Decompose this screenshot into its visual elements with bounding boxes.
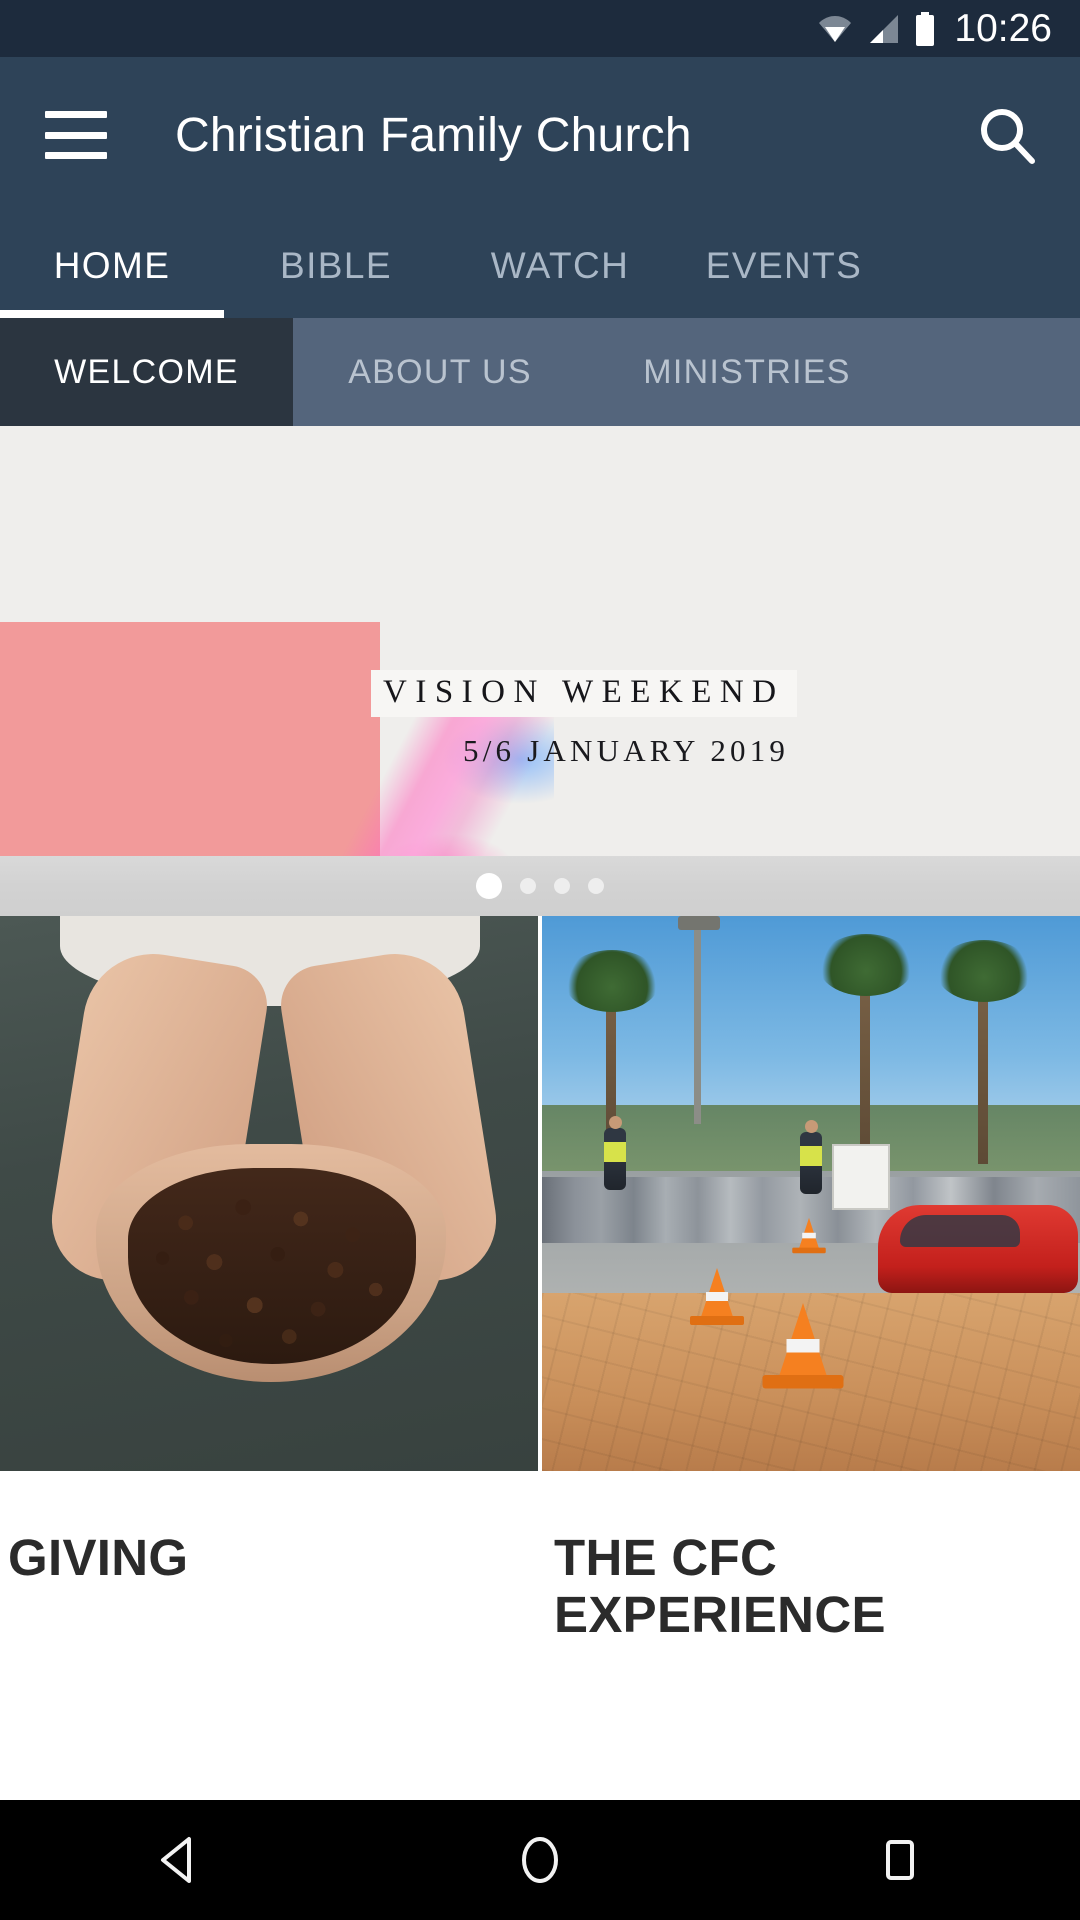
- signal-icon: [866, 14, 900, 44]
- card-giving[interactable]: GIVING: [0, 1471, 538, 1800]
- hero-title-band: VISION WEEKEND: [371, 670, 797, 717]
- carousel-dot-1[interactable]: [476, 873, 502, 899]
- search-icon[interactable]: [976, 104, 1038, 166]
- status-bar: 10:26: [0, 0, 1080, 57]
- tab-bible[interactable]: BIBLE: [224, 213, 448, 318]
- carousel-indicator-strip: [0, 856, 1080, 916]
- carousel-dots: [476, 873, 604, 899]
- church-parking-lot-photo: [542, 916, 1080, 1471]
- card-giving-title: GIVING: [8, 1529, 189, 1586]
- hero-title: VISION WEEKEND: [383, 674, 785, 710]
- app-screen: 10:26 Christian Family Church HOME BIBLE…: [0, 0, 1080, 1920]
- card-cfc-experience-image[interactable]: [542, 916, 1080, 1471]
- card-giving-image[interactable]: [0, 916, 538, 1471]
- hamburger-menu-icon[interactable]: [45, 111, 107, 159]
- app-bar: Christian Family Church: [0, 57, 1080, 213]
- feature-card-images: [0, 916, 1080, 1471]
- status-icons: [818, 11, 936, 46]
- android-navigation-bar: [0, 1800, 1080, 1920]
- wifi-icon: [818, 14, 852, 44]
- carousel-dot-2[interactable]: [520, 878, 536, 894]
- back-triangle-icon[interactable]: [120, 1800, 240, 1920]
- hands-holding-coffee-beans-photo: [0, 916, 538, 1471]
- active-tab-indicator: [0, 310, 224, 318]
- home-circle-icon[interactable]: [480, 1800, 600, 1920]
- status-bar-clock: 10:26: [954, 7, 1052, 50]
- carousel-dot-4[interactable]: [588, 878, 604, 894]
- tab-events[interactable]: EVENTS: [672, 213, 896, 318]
- carousel-dot-3[interactable]: [554, 878, 570, 894]
- subtab-ministries[interactable]: MINISTRIES: [587, 318, 907, 426]
- tab-watch[interactable]: WATCH: [448, 213, 672, 318]
- subtab-about-us[interactable]: ABOUT US: [293, 318, 587, 426]
- hero-subtitle: 5/6 JANUARY 2019: [463, 733, 790, 768]
- battery-icon: [914, 11, 936, 46]
- primary-tab-bar: HOME BIBLE WATCH EVENTS: [0, 213, 1080, 318]
- card-cfc-experience[interactable]: THE CFC EXPERIENCE: [542, 1471, 1080, 1800]
- subtab-welcome[interactable]: WELCOME: [0, 318, 293, 426]
- secondary-tab-bar: WELCOME ABOUT US MINISTRIES: [0, 318, 1080, 426]
- card-cfc-experience-title: THE CFC EXPERIENCE: [554, 1529, 886, 1644]
- recents-square-icon[interactable]: [840, 1800, 960, 1920]
- tab-home[interactable]: HOME: [0, 213, 224, 318]
- feature-card-captions: GIVING THE CFC EXPERIENCE: [0, 1471, 1080, 1800]
- page-title: Christian Family Church: [175, 108, 692, 162]
